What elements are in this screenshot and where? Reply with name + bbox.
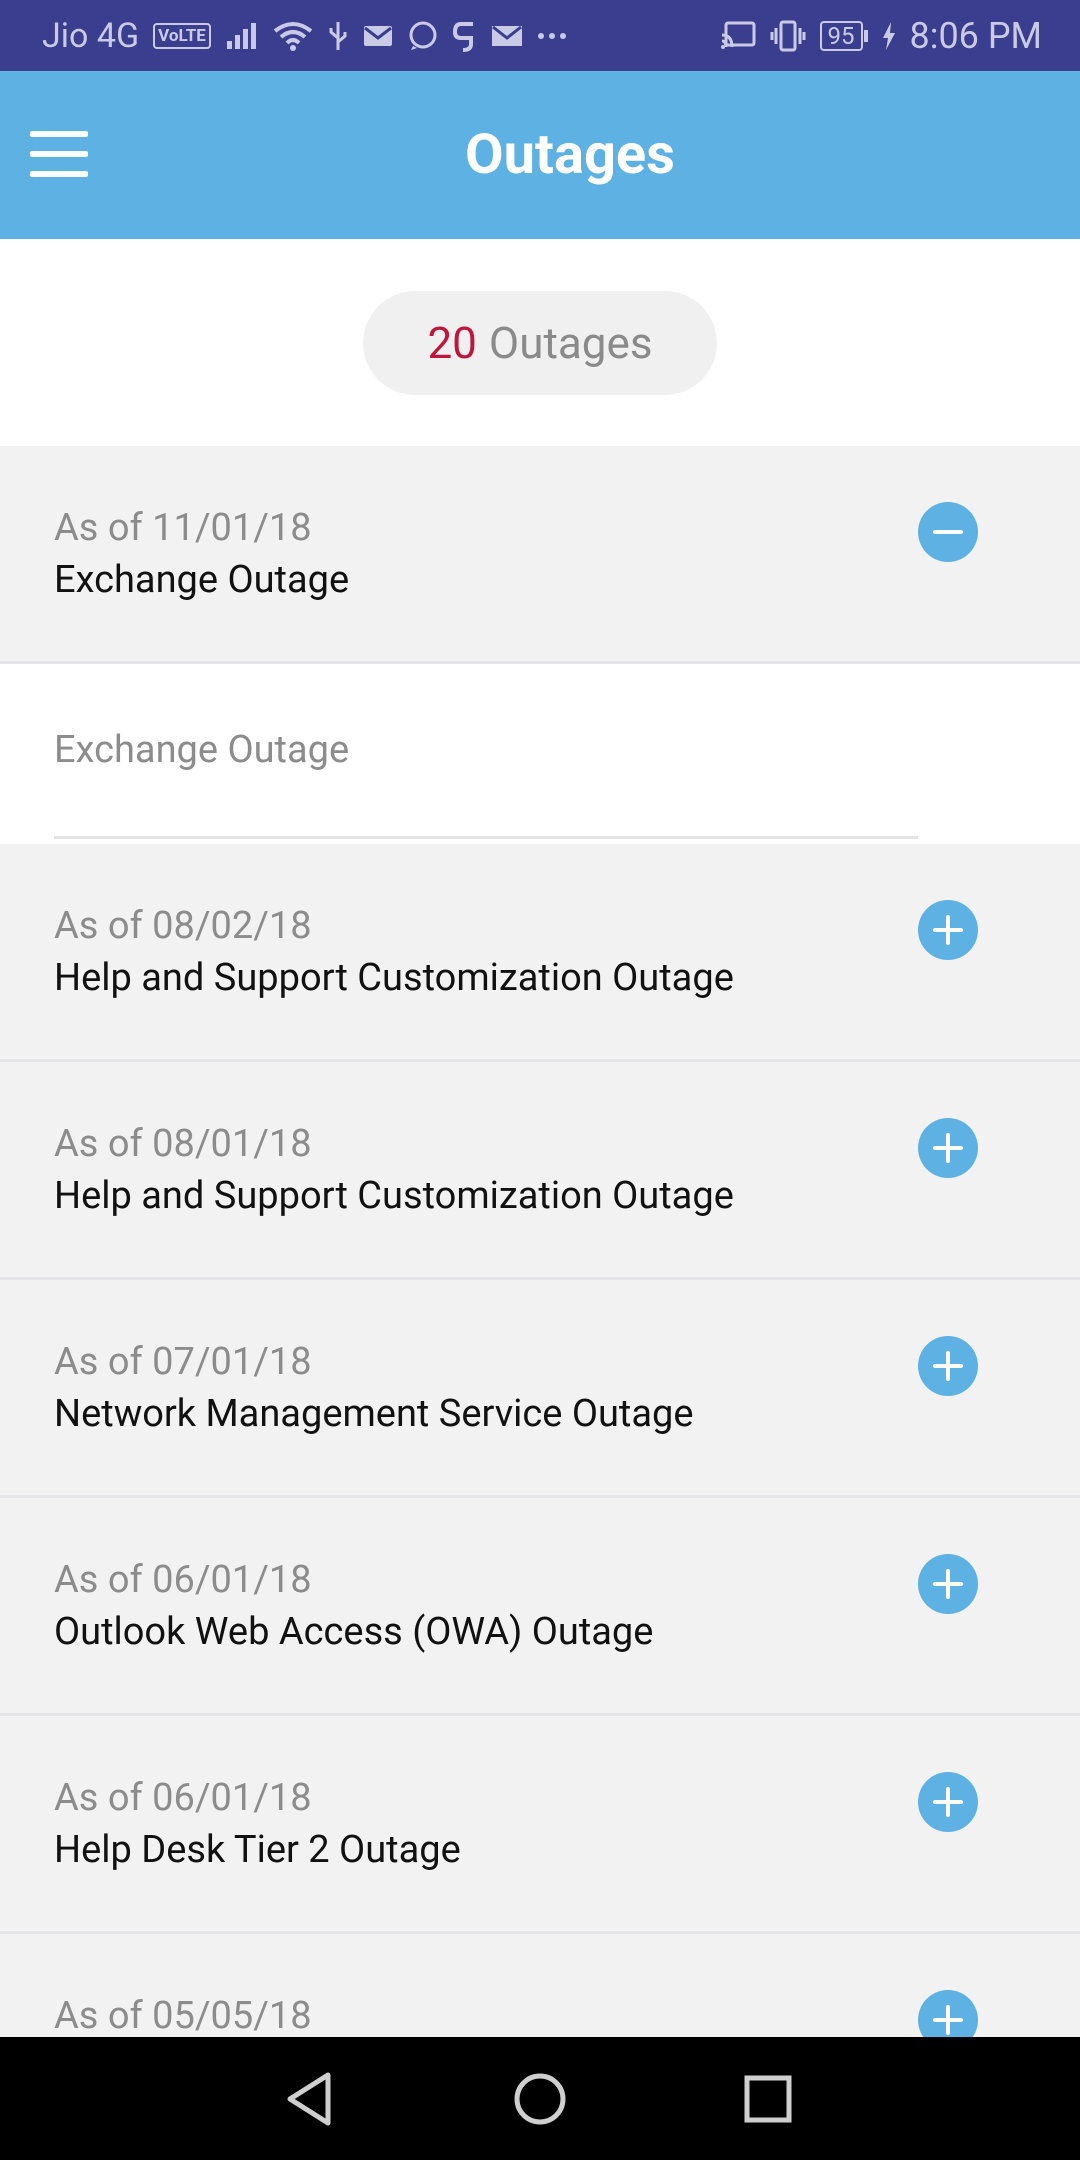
plus-circle-icon[interactable] — [918, 1336, 978, 1396]
outage-count: 20 — [427, 317, 477, 369]
outage-item[interactable]: As of 07/01/18 Network Management Servic… — [0, 1280, 1080, 1498]
outage-date: As of 06/01/18 — [54, 1558, 312, 1602]
charging-icon — [882, 21, 896, 51]
outage-item[interactable]: As of 06/01/18 Help Desk Tier 2 Outage — [0, 1716, 1080, 1934]
outage-detail-panel: Exchange Outage — [0, 664, 1080, 844]
outage-item[interactable]: As of 08/02/18 Help and Support Customiz… — [0, 844, 1080, 1062]
vibrate-icon — [770, 20, 806, 52]
outage-date: As of 08/01/18 — [54, 1122, 312, 1166]
outage-count-label: Outages — [488, 317, 653, 369]
status-bar: Jio 4G VoLTE 95 8:06 PM — [0, 0, 1080, 71]
carrier-label: Jio 4G — [42, 15, 140, 56]
more-notifications-icon — [537, 31, 567, 41]
usb-icon — [327, 20, 349, 52]
outage-title: Outlook Web Access (OWA) Outage — [54, 1610, 654, 1654]
count-summary-area: 20 Outages — [0, 239, 1080, 446]
recents-square-icon[interactable] — [698, 2037, 838, 2160]
gmail-icon — [363, 24, 393, 48]
plus-circle-icon[interactable] — [918, 1772, 978, 1832]
outage-item[interactable]: As of 08/01/18 Help and Support Customiz… — [0, 1062, 1080, 1280]
home-circle-icon[interactable] — [470, 2037, 610, 2160]
outage-detail-text: Exchange Outage — [54, 728, 350, 772]
outage-title: Help and Support Customization Outage — [54, 1174, 734, 1218]
outage-item-expanded[interactable]: As of 11/01/18 Exchange Outage — [0, 446, 1080, 664]
outage-title: Network Management Service Outage — [54, 1392, 694, 1436]
outage-title: Help Desk Tier 2 Outage — [54, 1828, 461, 1872]
app-g-icon — [452, 20, 477, 52]
outage-item[interactable]: As of 06/01/18 Outlook Web Access (OWA) … — [0, 1498, 1080, 1716]
outage-date: As of 07/01/18 — [54, 1340, 312, 1384]
app-bar: Outages — [0, 71, 1080, 239]
outage-title: Exchange Outage — [54, 558, 350, 602]
whatsapp-icon — [407, 20, 439, 52]
battery-icon: 95 — [819, 20, 868, 51]
wifi-icon — [273, 21, 313, 51]
outage-date: As of 06/01/18 — [54, 1776, 312, 1820]
signal-icon — [225, 21, 259, 51]
outage-date: As of 11/01/18 — [54, 506, 312, 550]
status-bar-right: 95 8:06 PM — [720, 0, 1042, 71]
battery-level: 95 — [819, 20, 863, 51]
plus-circle-icon[interactable] — [918, 1118, 978, 1178]
mail-icon — [491, 24, 523, 48]
outage-count-badge: 20 Outages — [363, 291, 717, 395]
outage-list: As of 11/01/18 Exchange Outage Exchange … — [0, 446, 1080, 2152]
plus-circle-icon[interactable] — [918, 900, 978, 960]
divider — [54, 836, 918, 839]
screen: Jio 4G VoLTE 95 8:06 PM Outages 20 Outag… — [0, 0, 1080, 2160]
outage-date: As of 05/05/18 — [54, 1994, 312, 2038]
plus-circle-icon[interactable] — [918, 1554, 978, 1614]
status-bar-left: Jio 4G VoLTE — [42, 0, 567, 71]
minus-circle-icon[interactable] — [918, 502, 978, 562]
page-title: Outages — [465, 121, 675, 187]
volte-icon: VoLTE — [153, 22, 211, 49]
cast-icon — [720, 21, 756, 51]
outage-date: As of 08/02/18 — [54, 904, 312, 948]
back-triangle-icon[interactable] — [240, 2037, 380, 2160]
clock: 8:06 PM — [909, 14, 1043, 57]
navigation-bar — [0, 2037, 1080, 2160]
outage-title: Help and Support Customization Outage — [54, 956, 734, 1000]
